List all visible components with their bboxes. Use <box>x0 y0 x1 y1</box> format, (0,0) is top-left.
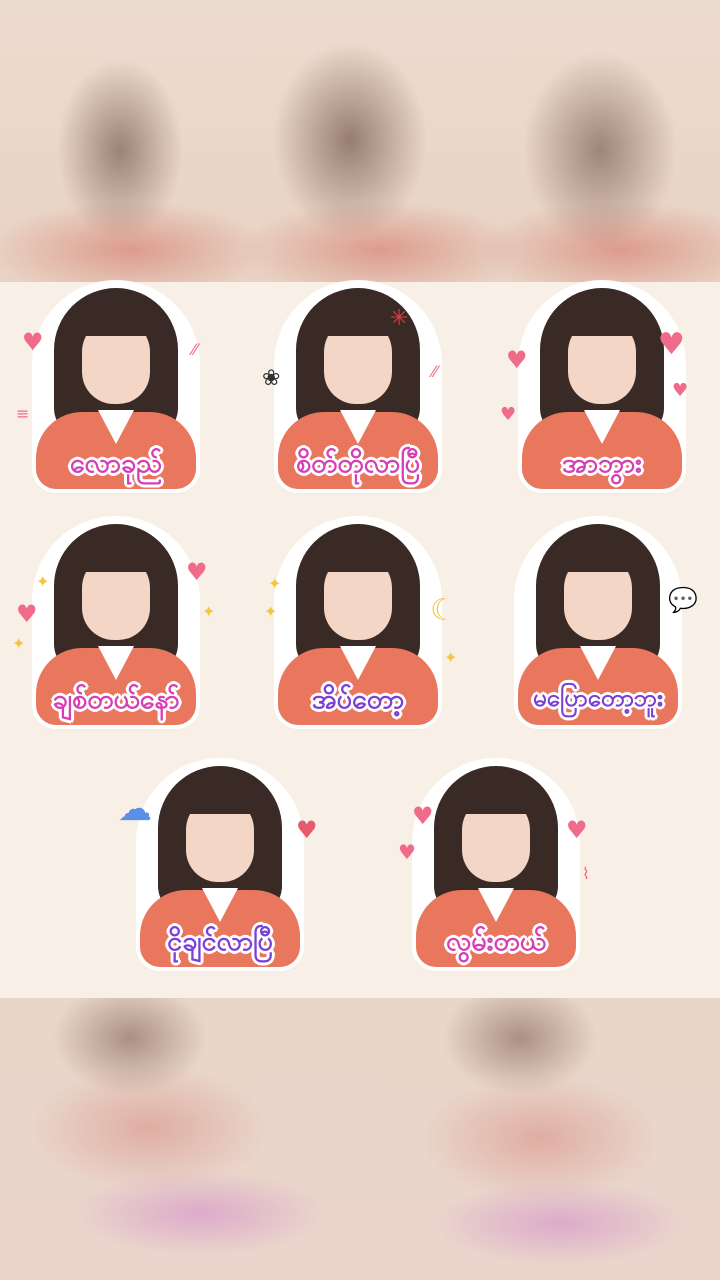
sparkle-lines-icon: ⌇ <box>582 864 590 883</box>
star-icon: ✦ <box>36 572 50 591</box>
speech-bubble-icon: 💬 <box>668 586 698 614</box>
moon-icon: ☾ <box>430 593 457 628</box>
sticker-caption: လွမ်းတယ် <box>445 926 547 957</box>
sticker-caption: အိပ်တော့ <box>311 684 405 715</box>
blurred-background-top <box>0 0 720 282</box>
sticker-5[interactable]: ✦ ✦ ☾ ✦ အိပ်တော့ <box>248 520 468 740</box>
heart-icon: ♥ <box>672 380 689 401</box>
star-icon: ✦ <box>202 602 216 621</box>
star-icon: ✦ <box>444 648 458 667</box>
sticker-6[interactable]: 💬 မပြောတော့ဘူး <box>488 520 708 740</box>
heart-icon: ♥ <box>398 840 416 864</box>
broken-heart-icon: ♥ <box>296 816 318 844</box>
heart-icon: ♥ <box>658 327 685 362</box>
sparkle-lines-icon: ⁄⁄ <box>192 340 198 359</box>
star-icon: ✦ <box>264 602 278 621</box>
sticker-3[interactable]: ♥ ♥ ♥ ♥ အာဘွား <box>492 284 712 504</box>
heart-icon: ♥ <box>186 558 208 586</box>
heart-icon: ♥ <box>506 346 528 374</box>
star-icon: ✦ <box>12 634 26 653</box>
sticker-7[interactable]: ☁ ♥ ငိုချင်လာပြီ <box>110 762 330 982</box>
sticker-caption: ငိုချင်လာပြီ <box>167 926 273 957</box>
heart-icon: ♥ <box>500 404 517 425</box>
sticker-caption: မပြောတော့ဘူး <box>532 684 664 712</box>
sticker-caption: အာဘွား <box>562 448 642 479</box>
star-icon: ✦ <box>268 574 282 593</box>
sticker-1[interactable]: ♥ ⁄⁄ ≡ လောခုည် <box>6 284 226 504</box>
heart-icon: ♥ <box>22 328 44 356</box>
rain-cloud-icon: ☁ <box>118 789 152 829</box>
sticker-2[interactable]: ✳ ❀ ⁄⁄ စိတ်တိုလာပြီ <box>248 284 468 504</box>
sticker-caption: ချစ်တယ်နော် <box>52 684 180 715</box>
sticker-caption: စိတ်တိုလာပြီ <box>295 448 421 479</box>
heart-icon: ♥ <box>16 600 38 628</box>
sparkle-lines-icon: ≡ <box>16 404 30 423</box>
sticker-caption: လောခုည် <box>69 448 163 479</box>
anger-icon: ✳ <box>390 306 409 331</box>
scribble-icon: ❀ <box>262 366 281 391</box>
sticker-sheet: ♥ ⁄⁄ ≡ လောခုည် ✳ ❀ ⁄⁄ စိတ်တိုလာပြီ ♥ ♥ ♥… <box>0 282 720 998</box>
heart-icon: ♥ <box>412 802 434 830</box>
blurred-background-bottom <box>0 998 720 1280</box>
sparkle-lines-icon: ⁄⁄ <box>432 362 438 381</box>
sticker-4[interactable]: ♥ ♥ ✦ ✦ ✦ ချစ်တယ်နော် <box>6 520 226 740</box>
heart-icon: ♥ <box>566 816 588 844</box>
sticker-8[interactable]: ♥ ♥ ♥ ⌇ လွမ်းတယ် <box>386 762 606 982</box>
